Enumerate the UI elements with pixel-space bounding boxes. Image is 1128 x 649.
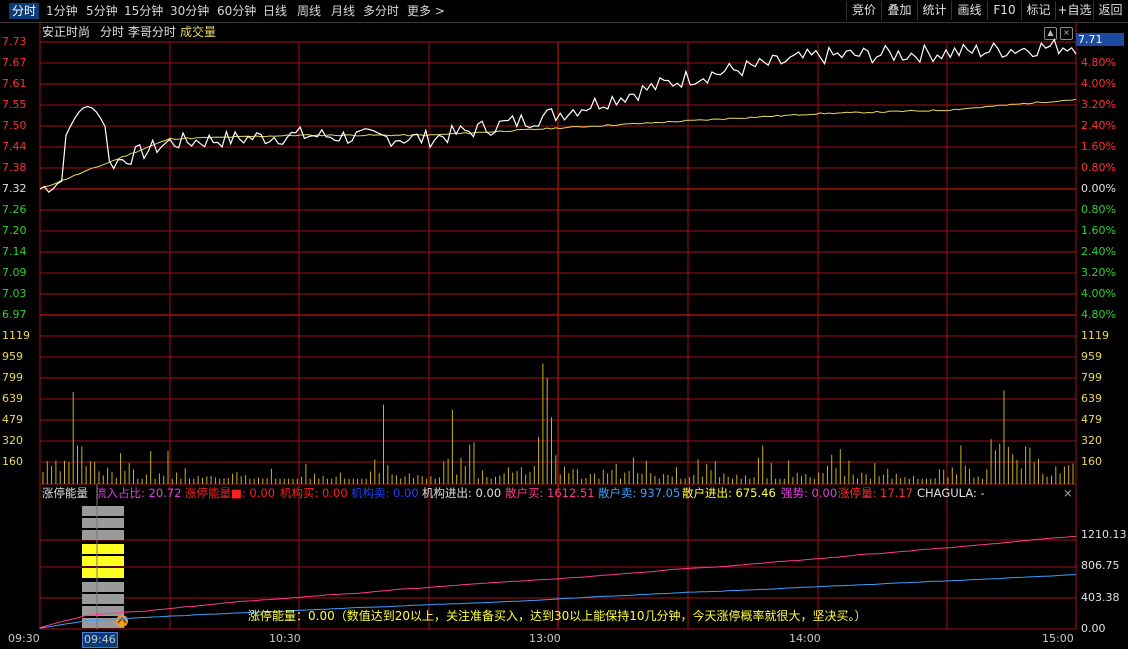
percent-tick: 4.80% [1081, 56, 1116, 69]
price-tick: 7.32 [2, 182, 27, 195]
indicator-item-label: 散户买: [505, 486, 544, 500]
volume-tick: 799 [1081, 371, 1102, 384]
time-tick: 09:30 [8, 632, 40, 645]
volume-tick: 799 [2, 371, 23, 384]
volume-tick: 479 [2, 413, 23, 426]
volume-tick: 639 [1081, 392, 1102, 405]
indicator-item-5: 散户买: 1612.51 [505, 486, 595, 500]
indicator-item-10: CHAGULA: - [917, 486, 985, 500]
percent-tick: 0.80% [1081, 161, 1116, 174]
time-tick: 10:30 [269, 632, 301, 645]
percent-tick: 1.60% [1081, 140, 1116, 153]
indicator-item-9: 涨停量: 17.17 [838, 486, 913, 500]
percent-tick: 4.00% [1081, 287, 1116, 300]
indicator-tick: 0.00 [1081, 622, 1106, 635]
price-tick: 7.14 [2, 245, 27, 258]
indicator-item-label: 机构卖: [351, 486, 390, 500]
energy-block [82, 582, 124, 592]
indicator-item-7: 散户进出: 675.46 [682, 486, 776, 500]
indicator-item-value: 20.72 [144, 486, 182, 500]
price-tick: 7.26 [2, 203, 27, 216]
energy-block [82, 544, 124, 554]
indicator-item-label: 散户进出: [682, 486, 732, 500]
intraday-chart[interactable] [0, 0, 1128, 649]
crosshair-time-badge: 09:46 [82, 632, 118, 648]
close-indicator-icon[interactable]: × [1063, 486, 1073, 500]
volume-tick: 160 [1081, 455, 1102, 468]
percent-tick: 4.80% [1081, 308, 1116, 321]
price-tick: 7.38 [2, 161, 27, 174]
price-tick: 7.03 [2, 287, 27, 300]
indicator-item-3: 机构卖: 0.00 [351, 486, 419, 500]
energy-block [82, 568, 124, 578]
price-tick: 7.44 [2, 140, 27, 153]
indicator-item-label: 散户卖: [598, 486, 637, 500]
indicator-tick: 1210.13 [1081, 528, 1127, 541]
volume-tick: 320 [2, 434, 23, 447]
volume-tick: 320 [1081, 434, 1102, 447]
indicator-item-0: 流入占比: 20.72 [95, 486, 181, 500]
volume-tick: 639 [2, 392, 23, 405]
volume-tick: 959 [2, 350, 23, 363]
indicator-item-value: 937.05 [636, 486, 681, 500]
percent-tick: 2.40% [1081, 119, 1116, 132]
indicator-item-label: 机构进出: [422, 486, 472, 500]
time-tick: 13:00 [529, 632, 561, 645]
indicator-item-value: 17.17 [876, 486, 913, 500]
price-tick: 7.09 [2, 266, 27, 279]
indicator-item-label: CHAGULA: [917, 486, 977, 500]
indicator-item-value: 1612.51 [543, 486, 595, 500]
indicator-item-8: 强势: 0.00 [781, 486, 837, 500]
energy-block [82, 556, 124, 566]
indicator-item-label: 机构买: [280, 486, 319, 500]
indicator-item-label: 涨停量: [838, 486, 877, 500]
indicator-item-6: 散户卖: 937.05 [598, 486, 680, 500]
energy-block [82, 518, 124, 528]
volume-tick: 1119 [1081, 329, 1109, 342]
price-tick: 7.50 [2, 119, 27, 132]
percent-tick: 0.80% [1081, 203, 1116, 216]
indicator-item-1: 涨停能量■: 0.00 [185, 486, 275, 500]
price-tick: 6.97 [2, 308, 27, 321]
energy-block [82, 530, 124, 540]
price-tick: 7.67 [2, 56, 27, 69]
volume-tick: 479 [1081, 413, 1102, 426]
indicator-item-2: 机构买: 0.00 [280, 486, 348, 500]
price-tick: 7.55 [2, 98, 27, 111]
time-tick: 15:00 [1042, 632, 1074, 645]
indicator-item-4: 机构进出: 0.00 [422, 486, 501, 500]
indicator-panel-name[interactable]: 涨停能量 [42, 486, 88, 500]
percent-tick: 2.40% [1081, 245, 1116, 258]
price-tick: 7.20 [2, 224, 27, 237]
indicator-item-value: 0.00 [471, 486, 502, 500]
percent-tick: 4.00% [1081, 77, 1116, 90]
indicator-item-value: 0.00 [807, 486, 838, 500]
indicator-item-value: 0.00 [389, 486, 419, 500]
indicator-item-value: 0.00 [318, 486, 348, 500]
indicator-item-value: - [976, 486, 985, 500]
indicator-item-label: 涨停能量■: [185, 486, 246, 500]
price-tick: 7.61 [2, 77, 27, 90]
indicator-item-label: 强势: [781, 486, 808, 500]
indicator-item-value: 0.00 [245, 486, 276, 500]
indicator-item-label: 流入占比: [95, 486, 145, 500]
indicator-item-value: 675.46 [731, 486, 776, 500]
energy-note: 涨停能量：0.00（数值达到20以上，关注准备买入，达到30以上能保持10几分钟… [248, 609, 867, 623]
indicator-tick: 806.75 [1081, 559, 1120, 572]
energy-block [82, 594, 124, 604]
time-tick: 14:00 [789, 632, 821, 645]
percent-tick: 0.00% [1081, 182, 1116, 195]
percent-tick: 1.60% [1081, 224, 1116, 237]
current-price-badge: 7.71 [1076, 33, 1124, 46]
volume-tick: 959 [1081, 350, 1102, 363]
percent-tick: 3.20% [1081, 98, 1116, 111]
volume-tick: 1119 [2, 329, 30, 342]
percent-tick: 3.20% [1081, 266, 1116, 279]
price-tick: 7.73 [2, 35, 27, 48]
indicator-tick: 403.38 [1081, 591, 1120, 604]
volume-tick: 160 [2, 455, 23, 468]
energy-block [82, 506, 124, 516]
